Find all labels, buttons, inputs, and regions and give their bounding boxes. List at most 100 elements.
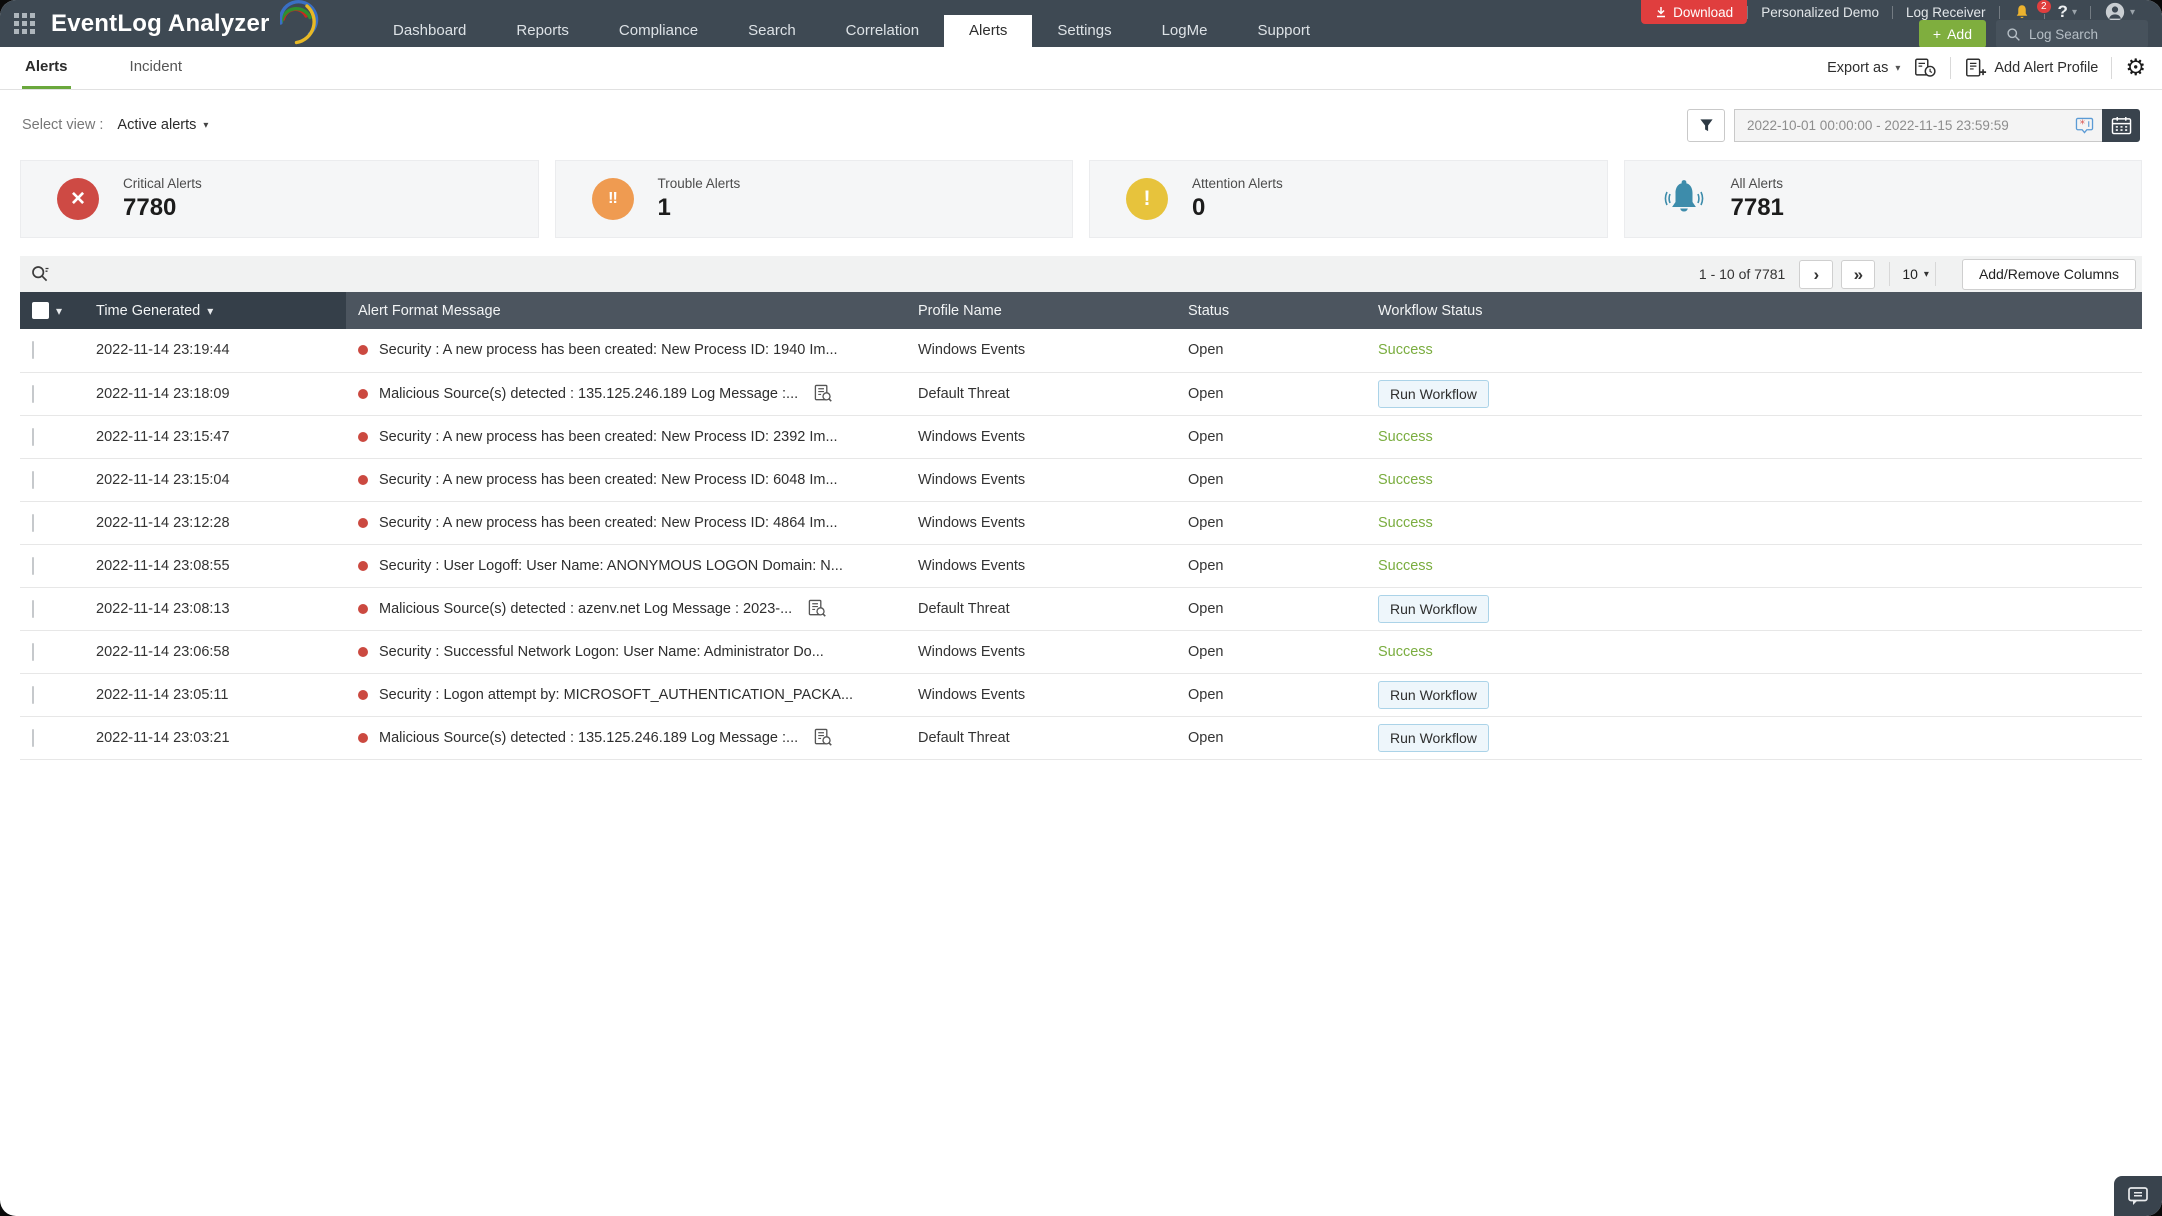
calendar-button[interactable] xyxy=(2102,109,2140,142)
column-header-profile[interactable]: Profile Name xyxy=(906,292,1176,329)
alert-severity-dot-icon xyxy=(358,389,368,399)
nav-item-dashboard[interactable]: Dashboard xyxy=(368,15,491,47)
help-icon: ? xyxy=(2058,2,2068,22)
saved-period-icon[interactable]: * xyxy=(2075,117,2094,134)
attention-exclamation-icon: ! xyxy=(1126,178,1168,220)
row-checkbox[interactable] xyxy=(32,385,34,403)
add-remove-columns-button[interactable]: Add/Remove Columns xyxy=(1962,259,2136,290)
export-schedule-button[interactable] xyxy=(1913,57,1937,79)
chat-support-button[interactable] xyxy=(2114,1176,2162,1216)
logo-swoosh-icon xyxy=(280,0,322,45)
card-label: All Alerts xyxy=(1731,176,1784,191)
next-page-button[interactable]: › xyxy=(1799,260,1833,289)
critical-x-icon: × xyxy=(57,178,99,220)
view-dropdown[interactable]: Active alerts ▾ xyxy=(117,117,208,133)
column-header-status[interactable]: Status xyxy=(1176,292,1366,329)
nav-item-search[interactable]: Search xyxy=(723,15,821,47)
row-checkbox[interactable] xyxy=(32,341,34,359)
log-search-input[interactable] xyxy=(2029,27,2129,42)
log-search-detail-icon[interactable] xyxy=(813,728,833,747)
row-time: 2022-11-14 23:12:28 xyxy=(84,501,346,544)
row-message-text: Security : A new process has been create… xyxy=(379,472,838,488)
table-row[interactable]: 2022-11-14 23:15:04 Security : A new pro… xyxy=(20,458,2142,501)
nav-item-settings[interactable]: Settings xyxy=(1032,15,1136,47)
run-workflow-button[interactable]: Run Workflow xyxy=(1378,380,1489,408)
row-time: 2022-11-14 23:05:11 xyxy=(84,673,346,716)
log-search-detail-icon[interactable] xyxy=(813,384,833,403)
search-icon xyxy=(30,264,51,285)
row-checkbox[interactable] xyxy=(32,729,34,747)
card-trouble-alerts[interactable]: !! Trouble Alerts 1 xyxy=(555,160,1074,238)
row-message-text: Malicious Source(s) detected : 135.125.2… xyxy=(379,730,798,746)
alert-severity-dot-icon xyxy=(358,561,368,571)
filter-funnel-button[interactable] xyxy=(1687,109,1725,142)
card-value: 7781 xyxy=(1731,194,1784,222)
download-button[interactable]: Download xyxy=(1641,0,1747,24)
card-critical-alerts[interactable]: × Critical Alerts 7780 xyxy=(20,160,539,238)
nav-item-alerts[interactable]: Alerts xyxy=(944,15,1032,47)
notifications-button[interactable]: 2 xyxy=(2000,3,2044,21)
card-label: Trouble Alerts xyxy=(658,176,741,191)
row-message-text: Security : User Logoff: User Name: ANONY… xyxy=(379,558,843,574)
svg-text:*: * xyxy=(2080,118,2085,130)
table-row[interactable]: 2022-11-14 23:12:28 Security : A new pro… xyxy=(20,501,2142,544)
row-status: Open xyxy=(1176,415,1366,458)
workflow-success-text: Success xyxy=(1378,472,1433,488)
page-size-dropdown[interactable]: 10 ▾ xyxy=(1902,266,1929,282)
row-checkbox[interactable] xyxy=(32,643,34,661)
table-row[interactable]: 2022-11-14 23:08:55 Security : User Logo… xyxy=(20,544,2142,587)
table-row[interactable]: 2022-11-14 23:05:11 Security : Logon att… xyxy=(20,673,2142,716)
subtab-bar: Alerts Incident Export as ▾ xyxy=(0,47,2162,90)
tab-incident[interactable]: Incident xyxy=(127,47,186,89)
row-checkbox[interactable] xyxy=(32,471,34,489)
card-all-alerts[interactable]: All Alerts 7781 xyxy=(1624,160,2143,238)
alert-severity-dot-icon xyxy=(358,475,368,485)
add-button[interactable]: + Add xyxy=(1919,20,1986,48)
export-as-dropdown[interactable]: Export as ▾ xyxy=(1827,60,1900,76)
personalized-demo-link[interactable]: Personalized Demo xyxy=(1748,5,1892,20)
column-header-workflow[interactable]: Workflow Status xyxy=(1366,292,2142,329)
table-search-button[interactable] xyxy=(30,264,51,285)
row-status: Open xyxy=(1176,329,1366,372)
row-checkbox[interactable] xyxy=(32,514,34,532)
log-receiver-link[interactable]: Log Receiver xyxy=(1893,5,1999,20)
tab-alerts[interactable]: Alerts xyxy=(22,47,71,89)
table-row[interactable]: 2022-11-14 23:03:21 Malicious Source(s) … xyxy=(20,716,2142,759)
alert-severity-dot-icon xyxy=(358,690,368,700)
table-row[interactable]: 2022-11-14 23:19:44 Security : A new pro… xyxy=(20,329,2142,372)
row-checkbox[interactable] xyxy=(32,600,34,618)
run-workflow-button[interactable]: Run Workflow xyxy=(1378,724,1489,752)
table-row[interactable]: 2022-11-14 23:06:58 Security : Successfu… xyxy=(20,630,2142,673)
column-header-time[interactable]: Time Generated ▾ xyxy=(84,292,346,329)
gear-icon[interactable]: ⚙ xyxy=(2125,57,2146,80)
nav-item-logme[interactable]: LogMe xyxy=(1137,15,1233,47)
chevron-down-icon[interactable]: ▾ xyxy=(56,304,62,318)
run-workflow-button[interactable]: Run Workflow xyxy=(1378,681,1489,709)
nav-item-support[interactable]: Support xyxy=(1232,15,1335,47)
row-message-text: Security : A new process has been create… xyxy=(379,342,838,358)
table-row[interactable]: 2022-11-14 23:18:09 Malicious Source(s) … xyxy=(20,372,2142,415)
log-search-detail-icon[interactable] xyxy=(807,599,827,618)
last-page-button[interactable]: » xyxy=(1841,260,1875,289)
nav-item-compliance[interactable]: Compliance xyxy=(594,15,723,47)
table-row[interactable]: 2022-11-14 23:08:13 Malicious Source(s) … xyxy=(20,587,2142,630)
select-all-checkbox[interactable] xyxy=(32,302,49,319)
row-checkbox[interactable] xyxy=(32,557,34,575)
run-workflow-button[interactable]: Run Workflow xyxy=(1378,595,1489,623)
alert-severity-dot-icon xyxy=(358,345,368,355)
add-alert-profile-button[interactable]: Add Alert Profile xyxy=(1964,57,2098,79)
apps-grid-icon[interactable] xyxy=(14,13,35,34)
log-search-box[interactable] xyxy=(1996,20,2148,48)
row-checkbox[interactable] xyxy=(32,686,34,704)
row-checkbox[interactable] xyxy=(32,428,34,446)
nav-item-correlation[interactable]: Correlation xyxy=(821,15,944,47)
column-header-message[interactable]: Alert Format Message xyxy=(346,292,906,329)
row-status: Open xyxy=(1176,673,1366,716)
chevron-down-icon: ▾ xyxy=(2130,7,2135,18)
nav-item-reports[interactable]: Reports xyxy=(491,15,594,47)
table-row[interactable]: 2022-11-14 23:15:47 Security : A new pro… xyxy=(20,415,2142,458)
card-attention-alerts[interactable]: ! Attention Alerts 0 xyxy=(1089,160,1608,238)
date-range-field[interactable]: * xyxy=(1734,109,2102,142)
sort-desc-icon: ▾ xyxy=(207,304,213,318)
date-range-input[interactable] xyxy=(1747,118,2067,133)
